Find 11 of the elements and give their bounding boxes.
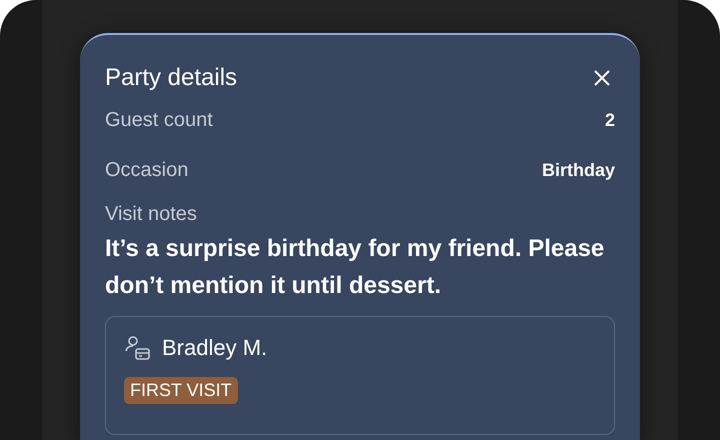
detail-label: Occasion <box>105 158 188 182</box>
notes-label: Visit notes <box>105 203 198 226</box>
sheet-title: Party details <box>105 64 238 92</box>
visit-tag: FIRST VISIT <box>124 377 238 404</box>
detail-label: Guest count <box>105 108 213 132</box>
detail-value: 2 <box>604 110 615 130</box>
notes-text: It’s a surprise birthday for my friend. Please don’t mention it until dessert. <box>105 234 606 301</box>
close-icon[interactable] <box>592 68 612 88</box>
detail-value: Birthday <box>542 160 615 180</box>
guest-card-icon <box>124 335 150 361</box>
guest-name: Bradley M. <box>162 335 268 361</box>
